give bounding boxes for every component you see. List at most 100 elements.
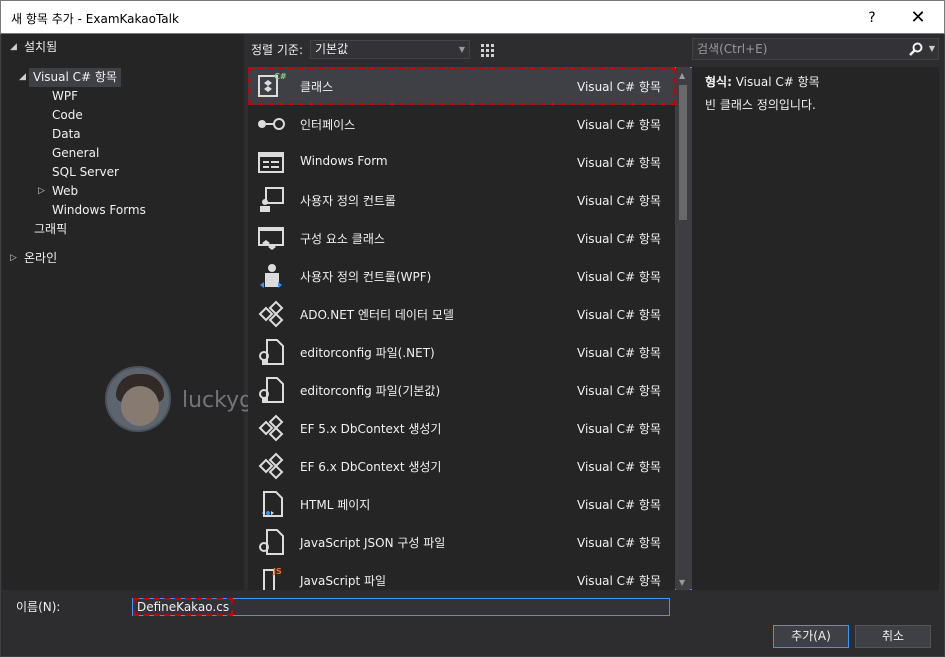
detail-type-label: 형식:	[705, 75, 732, 89]
list-item-wpf-user-control[interactable]: 사용자 정의 컨트롤(WPF) Visual C# 항목	[248, 257, 675, 295]
cancel-button[interactable]: 취소	[855, 625, 931, 648]
editorconfig-icon	[259, 377, 284, 403]
component-class-icon	[258, 227, 284, 250]
tree-node-data[interactable]: Data	[52, 125, 81, 144]
item-category: Visual C# 항목	[577, 498, 661, 512]
item-name: 클래스	[300, 80, 334, 94]
name-input-value: DefineKakao.cs	[132, 598, 234, 616]
tree-label: Visual C# 항목	[33, 70, 117, 84]
item-category: Visual C# 항목	[577, 194, 661, 208]
item-category: Visual C# 항목	[577, 384, 661, 398]
list-item-component-class[interactable]: 구성 요소 클래스 Visual C# 항목	[248, 219, 675, 257]
item-category: Visual C# 항목	[577, 574, 661, 588]
grid-view-icon	[481, 44, 494, 57]
detail-description: 빈 클래스 정의입니다.	[705, 98, 816, 112]
list-item-json-config[interactable]: JavaScript JSON 구성 파일 Visual C# 항목	[248, 523, 675, 561]
list-item-ef6-dbcontext[interactable]: EF 6.x DbContext 생성기 Visual C# 항목	[248, 447, 675, 485]
window-title: 새 항목 추가 - ExamKakaoTalk	[11, 12, 179, 26]
tree-node-general[interactable]: General	[52, 144, 99, 163]
tree-node-installed[interactable]: ◢ 설치됨	[10, 38, 58, 57]
help-button[interactable]: ?	[860, 6, 884, 30]
sort-dropdown[interactable]: 기본값 ▼	[310, 40, 470, 59]
list-scrollbar[interactable]: ▲ ▼	[676, 67, 690, 590]
list-item-html-page[interactable]: HTML 페이지 Visual C# 항목	[248, 485, 675, 523]
search-options-arrow-icon[interactable]: ▼	[929, 39, 935, 59]
item-name: JavaScript 파일	[300, 574, 387, 588]
item-name: 구성 요소 클래스	[300, 232, 385, 246]
name-label: 이름(N):	[16, 600, 61, 614]
item-name: HTML 페이지	[300, 498, 371, 512]
item-category: Visual C# 항목	[577, 308, 661, 322]
tree-node-code[interactable]: Code	[52, 106, 83, 125]
chevron-down-icon: ▼	[458, 45, 465, 54]
tree-label: Web	[52, 184, 79, 198]
list-item-editorconfig-default[interactable]: editorconfig 파일(기본값) Visual C# 항목	[248, 371, 675, 409]
name-input[interactable]: DefineKakao.cs	[132, 598, 670, 616]
detail-panel: 형식: Visual C# 항목 빈 클래스 정의입니다.	[692, 67, 939, 590]
item-name: 사용자 정의 컨트롤(WPF)	[300, 270, 432, 284]
close-button[interactable]: ✕	[906, 6, 930, 30]
dbcontext-icon	[258, 452, 284, 480]
item-name: ADO.NET 엔터티 데이터 모델	[300, 308, 454, 322]
scroll-down-icon[interactable]: ▼	[679, 578, 685, 587]
list-item-ef5-dbcontext[interactable]: EF 5.x DbContext 생성기 Visual C# 항목	[248, 409, 675, 447]
tree-node-web[interactable]: ▷ Web	[38, 182, 79, 201]
svg-text:C#: C#	[274, 72, 286, 81]
tree-node-windows-forms[interactable]: Windows Forms	[52, 201, 146, 220]
item-name: Windows Form	[300, 154, 388, 168]
search-icon[interactable]	[908, 41, 924, 57]
html-page-icon	[262, 491, 283, 517]
collapsed-arrow-icon[interactable]: ▷	[10, 249, 17, 268]
svg-text:JS: JS	[272, 567, 282, 576]
editorconfig-icon	[259, 339, 284, 365]
tree-node-sql-server[interactable]: SQL Server	[52, 163, 119, 182]
tree-node-online[interactable]: ▷ 온라인	[10, 249, 57, 268]
expanded-arrow-icon[interactable]: ◢	[10, 38, 17, 57]
entity-model-icon	[258, 300, 284, 328]
search-placeholder: 검색(Ctrl+E)	[697, 42, 768, 56]
collapsed-arrow-icon[interactable]: ▷	[38, 182, 45, 201]
user-control-icon	[260, 187, 284, 212]
item-category: Visual C# 항목	[577, 422, 661, 436]
expanded-arrow-icon[interactable]: ◢	[19, 68, 26, 87]
item-name: editorconfig 파일(.NET)	[300, 346, 435, 360]
item-category: Visual C# 항목	[577, 156, 661, 170]
list-item-javascript-file[interactable]: JS JavaScript 파일 Visual C# 항목	[248, 561, 675, 590]
title-bar: 새 항목 추가 - ExamKakaoTalk ? ✕	[0, 0, 945, 34]
list-item-windows-form[interactable]: Windows Form Visual C# 항목	[248, 143, 675, 181]
tree-node-wpf[interactable]: WPF	[52, 87, 78, 106]
list-item-interface[interactable]: 인터페이스 Visual C# 항목	[248, 105, 675, 143]
scroll-up-icon[interactable]: ▲	[679, 71, 685, 80]
item-category: Visual C# 항목	[577, 80, 661, 94]
list-item-editorconfig-net[interactable]: editorconfig 파일(.NET) Visual C# 항목	[248, 333, 675, 371]
item-category: Visual C# 항목	[577, 118, 661, 132]
item-category: Visual C# 항목	[577, 346, 661, 360]
interface-icon	[258, 118, 285, 130]
search-input[interactable]: 검색(Ctrl+E) ▼	[692, 38, 939, 60]
json-config-icon	[259, 529, 284, 555]
add-button[interactable]: 추가(A)	[773, 625, 849, 648]
item-name: JavaScript JSON 구성 파일	[300, 536, 446, 550]
item-category: Visual C# 항목	[577, 232, 661, 246]
detail-type-value: Visual C# 항목	[735, 75, 820, 89]
list-item-entity-data-model[interactable]: ADO.NET 엔터티 데이터 모델 Visual C# 항목	[248, 295, 675, 333]
class-icon: C#	[258, 72, 286, 97]
category-tree: ◢ 설치됨 ◢ Visual C# 항목 WPF Code Data Gener…	[2, 34, 244, 590]
sort-value: 기본값	[315, 42, 349, 56]
tree-node-visual-csharp[interactable]: ◢ Visual C# 항목	[19, 68, 121, 87]
watermark-avatar	[105, 366, 171, 432]
item-category: Visual C# 항목	[577, 536, 661, 550]
detail-type: 형식: Visual C# 항목	[705, 73, 820, 90]
grid-view-button[interactable]	[476, 39, 498, 61]
item-name: editorconfig 파일(기본값)	[300, 384, 441, 398]
list-item-class[interactable]: C# 클래스 Visual C# 항목	[248, 67, 675, 105]
wpf-user-control-icon	[260, 264, 282, 288]
item-name: EF 6.x DbContext 생성기	[300, 460, 442, 474]
scrollbar-thumb[interactable]	[679, 85, 687, 220]
dbcontext-icon	[258, 414, 284, 442]
tree-node-graphics[interactable]: 그래픽	[34, 220, 67, 239]
item-name: 사용자 정의 컨트롤	[300, 194, 396, 208]
list-item-user-control[interactable]: 사용자 정의 컨트롤 Visual C# 항목	[248, 181, 675, 219]
tree-label: 설치됨	[24, 40, 58, 54]
sort-label: 정렬 기준:	[251, 43, 304, 57]
